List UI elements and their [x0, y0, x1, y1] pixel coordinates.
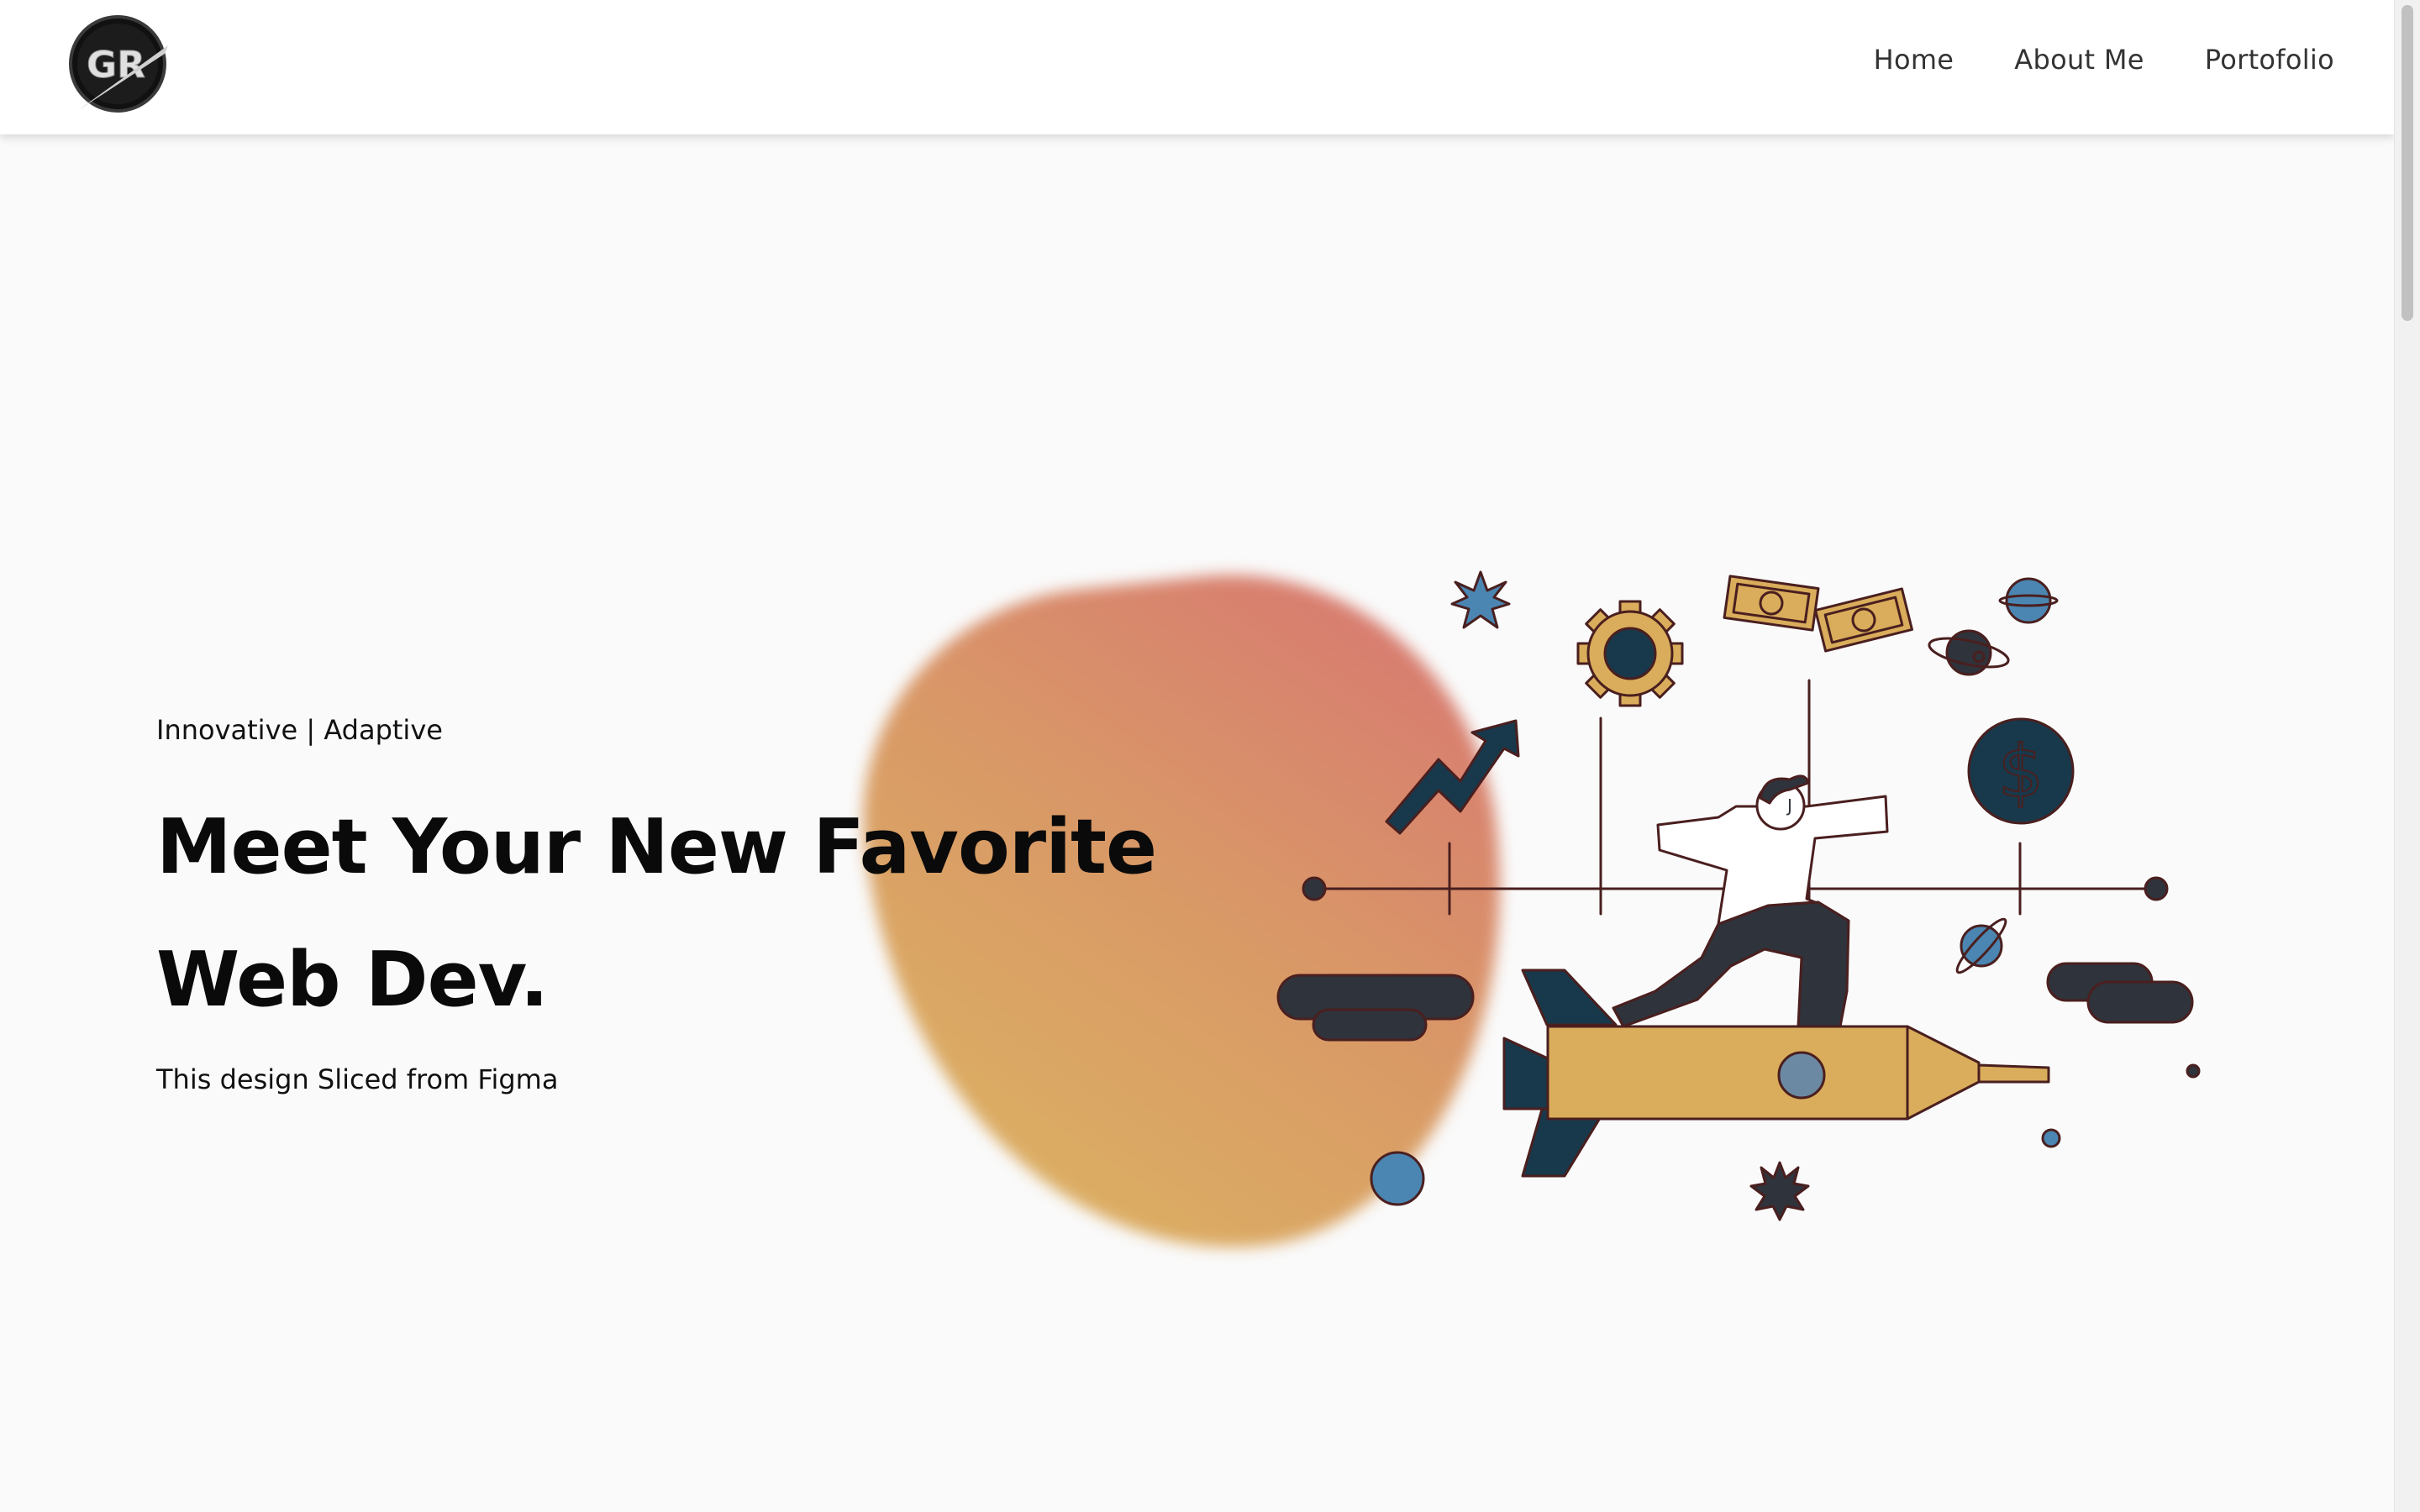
hero-title: Meet Your New Favorite Web Dev. [156, 803, 1157, 1024]
hero-tagline: Innovative | Adaptive [156, 714, 443, 746]
rocket-icon [1502, 969, 2050, 1178]
nav-link-about-me[interactable]: About Me [2014, 44, 2144, 76]
cloud-left-icon [1276, 974, 1475, 1042]
cloud-right-icon [2046, 962, 2194, 1024]
money-bills-icon [1723, 575, 1913, 653]
hero-section: Innovative | Adaptive Meet Your New Favo… [156, 714, 1165, 1095]
main-nav: Home About Me Portofolio [1813, 44, 2334, 76]
moon-icon [1370, 1151, 1425, 1206]
scrollbar-thumb[interactable] [2402, 5, 2413, 321]
small-planet-icon [2186, 1063, 2201, 1079]
hero-illustration: $ J [1276, 570, 2201, 1221]
person-figure: J [1612, 774, 1889, 1028]
hero-subtitle: This design Sliced from Figma [156, 1063, 559, 1095]
site-header: GR Home About Me Portofolio [0, 0, 2395, 134]
gr-logo-icon[interactable]: GR [67, 12, 171, 116]
trend-arrow-icon [1385, 719, 1520, 835]
gear-icon [1576, 600, 1684, 707]
burst-star-icon [1749, 1161, 1810, 1221]
currency-symbol: $ [1998, 730, 2044, 814]
nav-link-home[interactable]: Home [1874, 44, 1954, 76]
nav-link-portofolio[interactable]: Portofolio [2205, 44, 2334, 76]
small-planet-icon [2041, 1128, 2061, 1148]
dollar-coin-icon: $ [1967, 717, 2075, 825]
person-badge: J [1786, 795, 1792, 816]
logo-lettering: GR [87, 44, 145, 87]
star-icon [1450, 570, 1511, 629]
page-scrollbar[interactable] [2394, 0, 2420, 1512]
